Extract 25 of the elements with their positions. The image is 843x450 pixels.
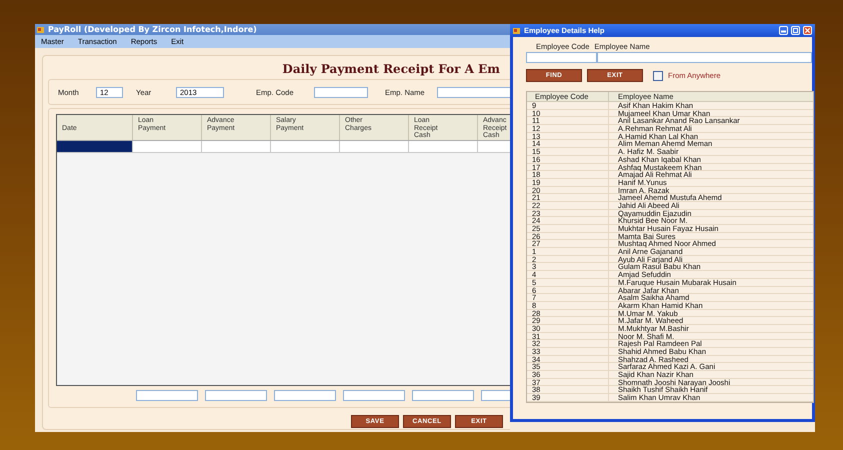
grid-cell[interactable] — [409, 141, 478, 153]
maximize-icon — [793, 28, 798, 33]
minimize-icon — [781, 28, 786, 33]
total-field[interactable] — [343, 390, 405, 401]
app-icon — [37, 26, 45, 34]
input-field[interactable] — [314, 86, 368, 98]
grid-cell[interactable] — [202, 141, 271, 153]
app-icon — [513, 26, 521, 34]
total-field[interactable] — [412, 390, 474, 401]
input-field[interactable] — [526, 52, 597, 63]
checkbox[interactable] — [653, 70, 663, 80]
total-field[interactable] — [205, 390, 267, 401]
grid-cell[interactable] — [340, 141, 409, 153]
grid-cell[interactable] — [133, 141, 202, 153]
close-icon — [805, 28, 810, 33]
grid-cell[interactable] — [271, 141, 340, 153]
input-field[interactable] — [597, 52, 812, 63]
form-title: Daily Payment Receipt For A Em — [282, 62, 500, 76]
minimize-button[interactable] — [779, 26, 788, 35]
close-button[interactable] — [803, 26, 812, 35]
window-title: PayRoll (Developed By Zircon Infotech,Indore) — [48, 25, 257, 34]
total-field[interactable] — [136, 390, 198, 401]
total-field[interactable] — [274, 390, 336, 401]
maximize-button[interactable] — [791, 26, 800, 35]
grid-cell[interactable] — [57, 141, 133, 153]
